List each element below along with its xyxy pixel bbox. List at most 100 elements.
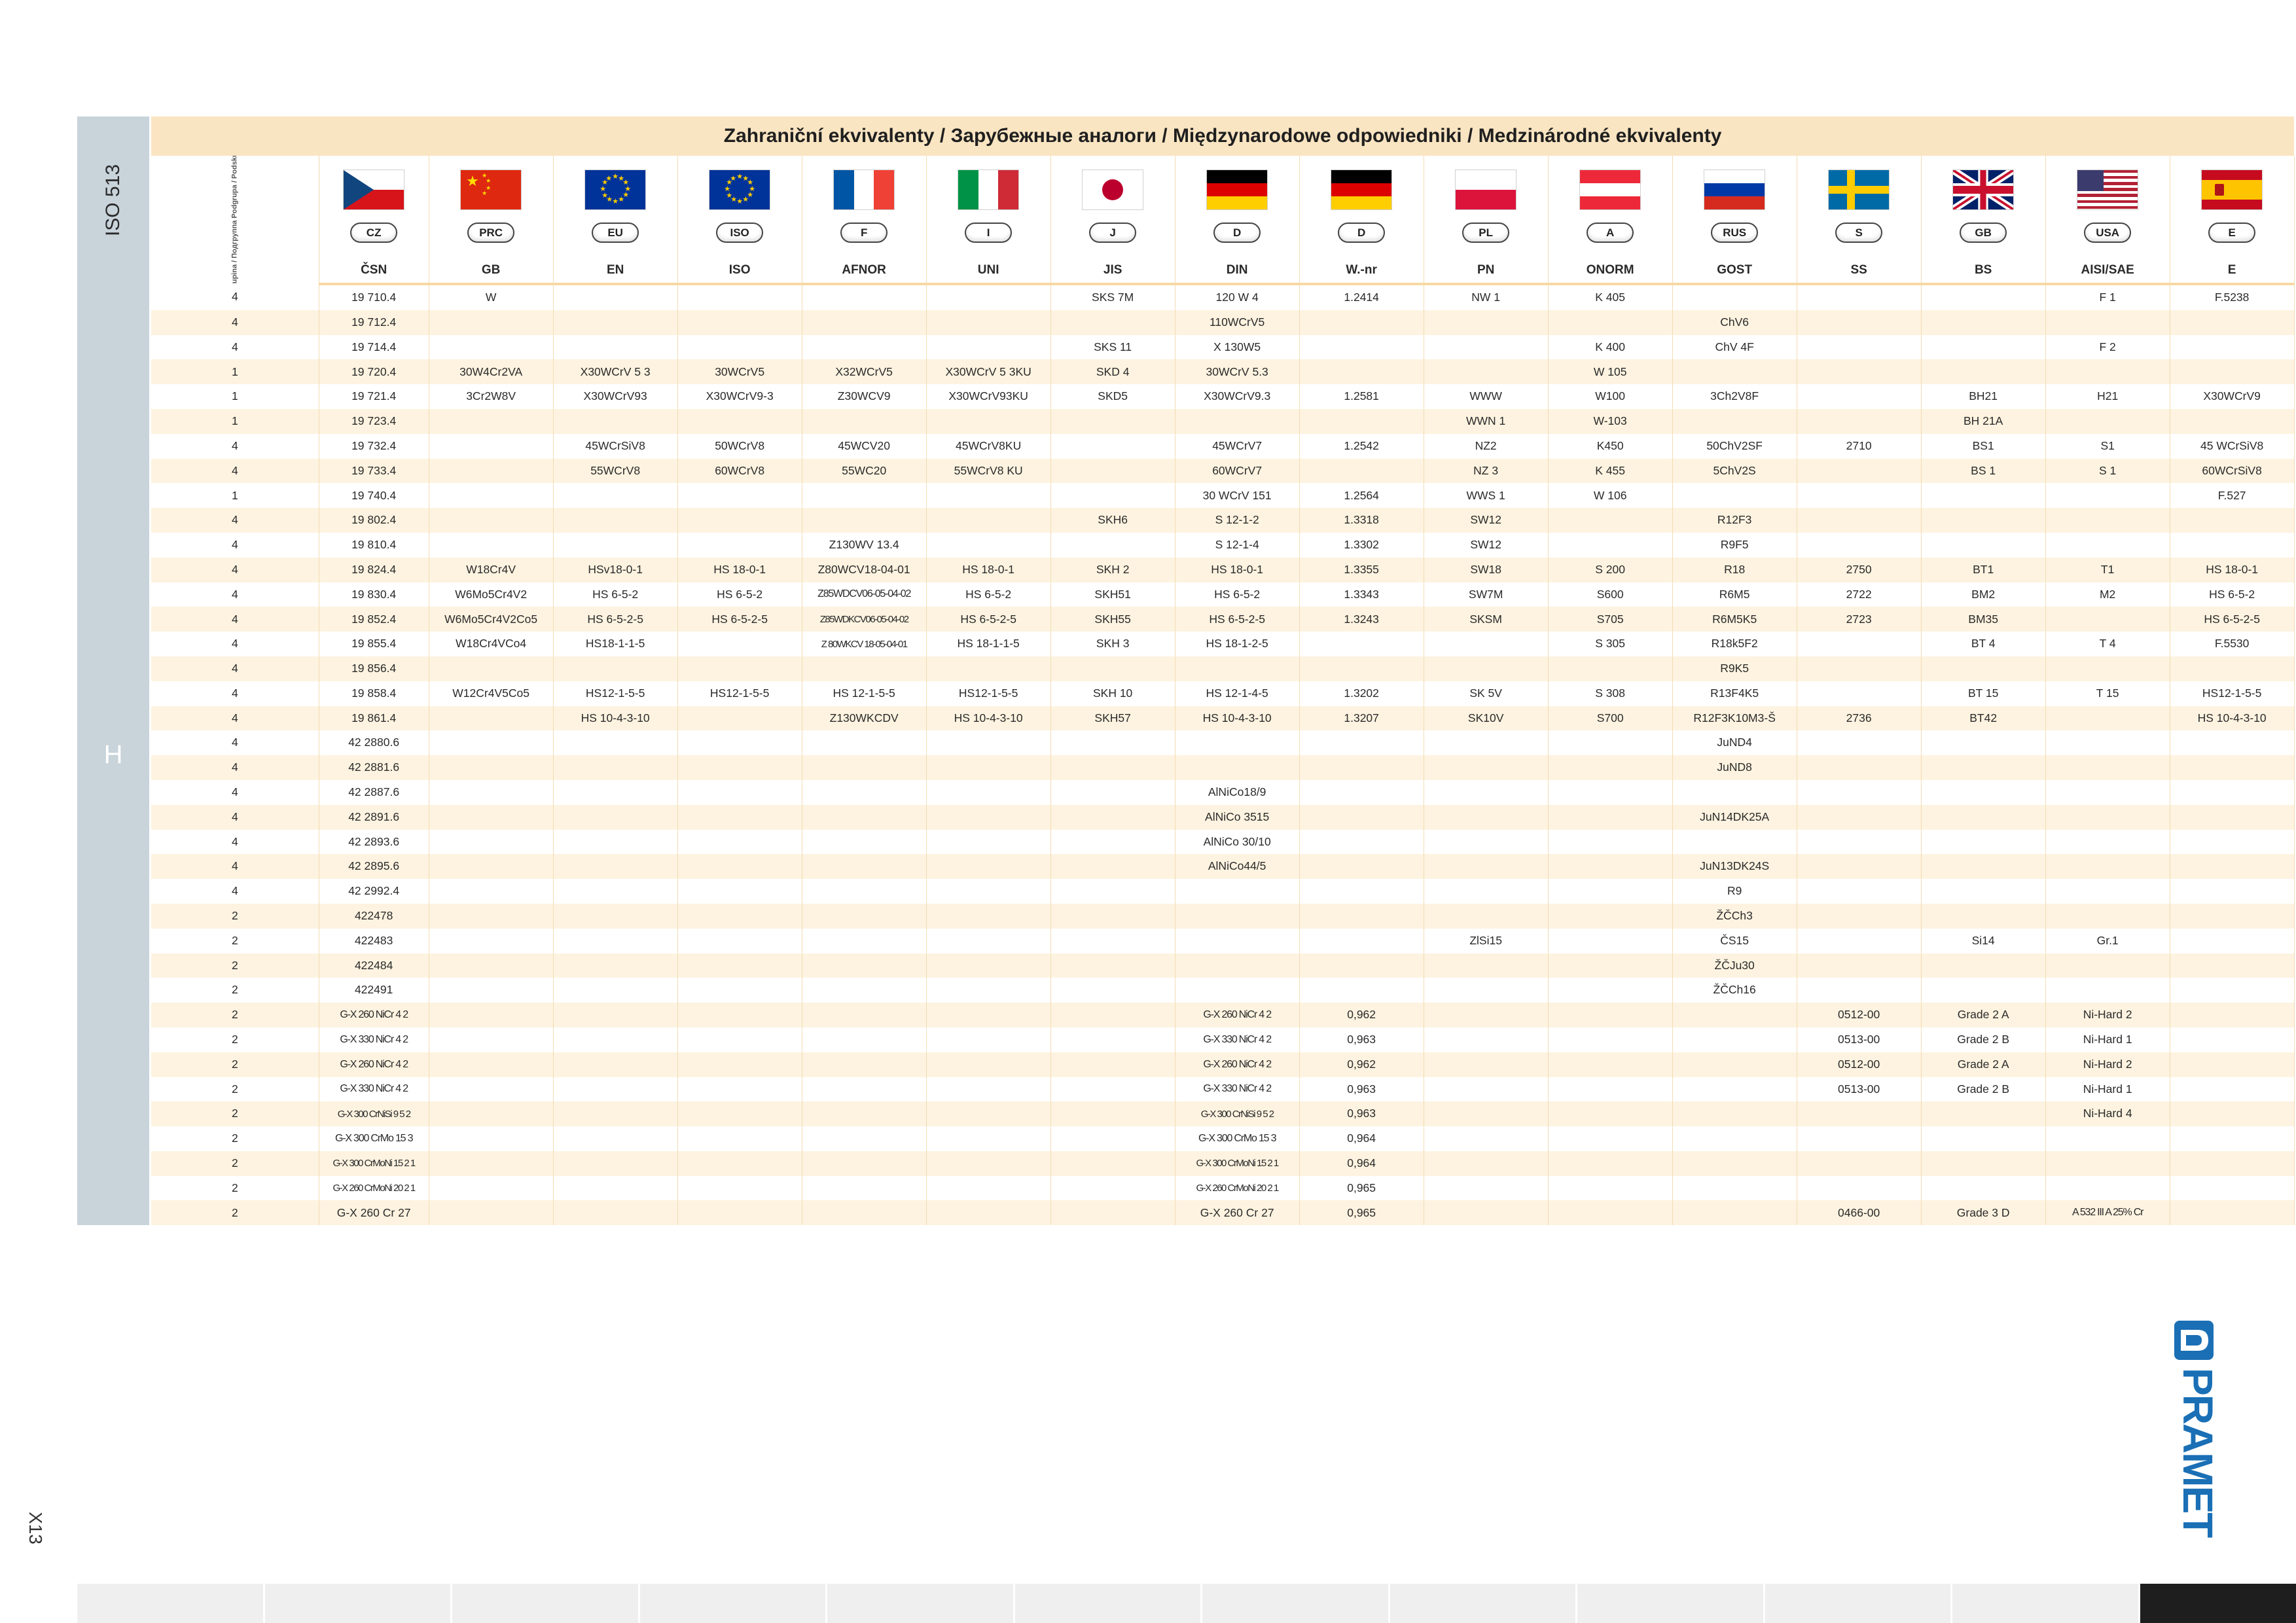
equivalent-cell: WWW <box>1424 384 1549 409</box>
equivalent-cell <box>1424 632 1549 656</box>
equivalent-cell <box>429 433 554 459</box>
equivalent-cell: AlNiCo18/9 <box>1175 779 1300 805</box>
equivalent-cell: AlNiCo44/5 <box>1175 854 1300 880</box>
equivalent-cell <box>1797 730 1922 756</box>
equivalent-cell <box>553 1126 678 1151</box>
equivalent-cell <box>802 1101 927 1127</box>
equivalent-cell <box>1175 879 1300 904</box>
equivalent-cell: Z85WDKCV06-05-04-02 <box>802 607 927 632</box>
equivalent-cell <box>1050 978 1175 1003</box>
country-code-badge: GB <box>1960 222 2007 243</box>
equivalent-cell: 0513-00 <box>1797 1027 1922 1052</box>
equivalent-cell <box>1548 829 1673 855</box>
footer-tab-9[interactable] <box>1577 1584 1765 1623</box>
equivalent-cell <box>926 483 1051 508</box>
standard-header: AISI/SAE <box>2045 257 2170 285</box>
equivalent-cell <box>429 903 554 929</box>
equivalent-cell <box>926 730 1051 756</box>
equivalent-cell: K 400 <box>1548 334 1673 360</box>
equivalent-cell <box>1299 730 1424 756</box>
flag-eu-icon: ★ ★ ★ ★ ★ ★ ★ ★ ★ ★ ★ ★ <box>585 169 646 209</box>
equivalent-cell: HS 6-5-2 <box>926 582 1051 607</box>
equivalent-cell: 60WCrV8 <box>677 458 802 484</box>
equivalent-cell <box>802 1077 927 1102</box>
standard-header: GOST <box>1672 257 1797 285</box>
equivalent-cell <box>926 334 1051 360</box>
equivalent-cell <box>1797 632 1922 656</box>
equivalent-cell <box>1050 1027 1175 1052</box>
subgroup-cell: 4 <box>150 854 319 880</box>
equivalent-cell <box>1797 1101 1922 1127</box>
equivalent-cell <box>802 1150 927 1176</box>
subgroup-cell: 4 <box>150 879 319 904</box>
equivalent-cell: Si14 <box>1921 928 2046 954</box>
equivalent-cell: HS 6-5-2-5 <box>2170 607 2295 632</box>
footer-tab-2[interactable] <box>264 1584 453 1623</box>
equivalent-cell <box>1797 854 1922 880</box>
csn-cell: G-X 260 NiCr 4 2 <box>319 1003 429 1027</box>
equivalent-cell: SKD5 <box>1050 384 1175 409</box>
equivalent-cell <box>1424 829 1549 855</box>
equivalent-cell: G-X 260 NiCr 4 2 <box>1175 1052 1300 1077</box>
equivalent-cell: X30WCrV9.3 <box>1175 384 1300 409</box>
equivalent-cell <box>1921 359 2046 385</box>
equivalent-cell <box>2170 978 2295 1003</box>
equivalent-cell <box>1050 1150 1175 1176</box>
flag-cell-cz: CZ <box>319 156 429 257</box>
footer-tab-3[interactable] <box>452 1584 640 1623</box>
footer-tab-4[interactable] <box>639 1584 828 1623</box>
equivalent-cell: Grade 2 B <box>1921 1077 2046 1102</box>
footer-tab-active[interactable] <box>2140 1584 2296 1623</box>
equivalent-cell: 0,962 <box>1299 1003 1424 1027</box>
standard-header: E <box>2170 257 2295 285</box>
footer-tab-11[interactable] <box>1952 1584 2141 1623</box>
footer-tab-8[interactable] <box>1390 1584 1578 1623</box>
equivalent-cell <box>677 310 802 335</box>
equivalent-cell <box>553 829 678 855</box>
equivalent-cell: X32WCrV5 <box>802 359 927 385</box>
equivalent-cell <box>802 1003 927 1027</box>
country-code-badge: ISO <box>716 222 764 243</box>
equivalent-cell: R6M5 <box>1672 582 1797 607</box>
equivalent-cell <box>1548 978 1673 1003</box>
equivalent-cell: HS12-1-5-5 <box>553 681 678 706</box>
equivalent-cell: W100 <box>1548 384 1673 409</box>
equivalent-cell <box>1548 656 1673 681</box>
equivalent-cell <box>553 1027 678 1052</box>
equivalent-cell <box>1548 532 1673 558</box>
equivalent-cell: 60WCrSiV8 <box>2170 458 2295 484</box>
footer-tab-7[interactable] <box>1202 1584 1390 1623</box>
equivalent-cell <box>2170 1126 2295 1151</box>
equivalent-cell <box>429 1052 554 1077</box>
equivalent-cell <box>1797 384 1922 409</box>
footer-tab-1[interactable] <box>77 1584 265 1623</box>
equivalent-cell <box>2170 1101 2295 1127</box>
equivalent-cell <box>926 1027 1051 1052</box>
equivalent-cell: T1 <box>2045 557 2170 582</box>
csn-cell: G-X 300 CrMoNi 15 2 1 <box>319 1150 429 1176</box>
footer-tab-5[interactable] <box>827 1584 1015 1623</box>
footer-tab-6[interactable] <box>1014 1584 1203 1623</box>
equivalent-cell <box>1672 1003 1797 1027</box>
equivalent-cell <box>1424 953 1549 978</box>
equivalent-cell <box>2045 508 2170 533</box>
csn-cell: 42 2880.6 <box>319 730 429 756</box>
equivalent-cell: Z130WKCDV <box>802 705 927 731</box>
equivalent-cell <box>1424 1027 1549 1052</box>
equivalent-cell: HS 10-4-3-10 <box>2170 705 2295 731</box>
equivalent-cell: Z30WCV9 <box>802 384 927 409</box>
subgroup-cell: 4 <box>150 433 319 459</box>
equivalent-cell <box>1797 359 1922 385</box>
equivalent-cell: ChV 4F <box>1672 334 1797 360</box>
equivalent-cell <box>677 755 802 780</box>
equivalent-cell: 0,963 <box>1299 1101 1424 1127</box>
equivalent-cell <box>429 1200 554 1226</box>
equivalent-cell: 1.3302 <box>1299 532 1424 558</box>
equivalent-cell: WWN 1 <box>1424 408 1549 434</box>
equivalent-cell: Grade 2 A <box>1921 1003 2046 1027</box>
equivalent-cell <box>1548 1200 1673 1226</box>
standard-header: UNI <box>926 257 1051 285</box>
equivalent-cell <box>1548 1077 1673 1102</box>
equivalent-cell <box>2170 953 2295 978</box>
footer-tab-10[interactable] <box>1765 1584 1953 1623</box>
